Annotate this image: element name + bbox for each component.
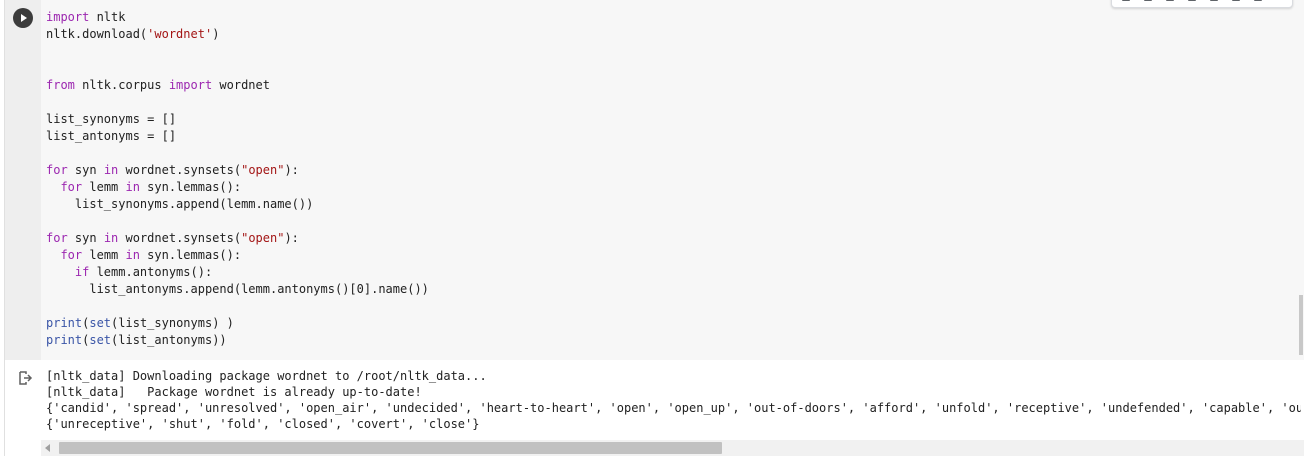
code-token: ) (212, 27, 220, 41)
code-token: nltk.download( (46, 27, 148, 41)
code-line[interactable]: for lemm in syn.lemmas(): (46, 179, 429, 196)
scroll-left-arrow-icon[interactable] (45, 444, 50, 452)
comment-icon[interactable] (1188, 0, 1196, 1)
code-token: list_synonyms = [] (46, 112, 177, 126)
code-line[interactable]: list_synonyms = [] (46, 111, 429, 128)
code-token: print (46, 333, 83, 347)
code-token: ): (284, 163, 299, 177)
move-up-icon[interactable] (1122, 0, 1130, 1)
code-token: wordnet.synsets( (118, 163, 242, 177)
code-token: "open" (241, 231, 285, 245)
move-down-icon[interactable] (1144, 0, 1152, 1)
code-token: in (125, 180, 140, 194)
code-line[interactable] (46, 43, 429, 60)
code-editor[interactable]: import nltk nltk.download('wordnet') from … (5, 0, 1304, 360)
play-icon (21, 14, 27, 22)
output-line: [nltk_data] Downloading package wordnet … (46, 369, 487, 383)
output-text: [nltk_data] Downloading package wordnet … (46, 368, 1301, 432)
code-line[interactable]: list_antonyms = [] (46, 128, 429, 145)
code-token: set (89, 333, 112, 347)
delete-icon[interactable] (1232, 0, 1240, 1)
code-cell[interactable]: import nltk nltk.download('wordnet') from … (4, 0, 1304, 456)
more-icon[interactable] (1254, 0, 1262, 1)
code-line[interactable]: import nltk (46, 9, 429, 26)
output-redirect-icon[interactable] (17, 370, 33, 386)
code-token: syn.lemmas(): (139, 180, 242, 194)
code-token: for (60, 248, 83, 262)
code-line[interactable]: list_synonyms.append(lemm.name()) (46, 196, 429, 213)
code-line[interactable] (46, 145, 429, 162)
code-token: for (60, 180, 83, 194)
run-cell-button[interactable] (13, 8, 33, 28)
code-token: list_synonyms.append(lemm.name()) (46, 197, 314, 211)
cell-toolbar (1111, 0, 1293, 8)
code-token: 'wordnet' (147, 27, 213, 41)
settings-icon[interactable] (1210, 0, 1218, 1)
code-line[interactable]: from nltk.corpus import wordnet (46, 77, 429, 94)
code-text[interactable]: import nltk nltk.download('wordnet') from … (46, 9, 429, 349)
link-icon[interactable] (1166, 0, 1174, 1)
cell-gutter (5, 0, 41, 360)
code-token: in (103, 163, 119, 177)
code-token: "open" (241, 163, 285, 177)
output-line: {'candid', 'spread', 'unresolved', 'open… (46, 401, 1301, 415)
code-token: nltk.corpus (74, 78, 169, 92)
code-line[interactable]: for syn in wordnet.synsets("open"): (46, 230, 429, 247)
code-token: syn.lemmas(): (139, 248, 242, 262)
code-token: for (46, 163, 68, 177)
code-line[interactable]: nltk.download('wordnet') (46, 26, 429, 43)
code-token: (list_synonyms) ) (111, 316, 234, 330)
horizontal-scrollbar[interactable] (41, 440, 1304, 456)
code-line[interactable]: list_antonyms.append(lemm.antonyms()[0].… (46, 281, 429, 298)
code-token: syn (67, 231, 104, 245)
code-token: if (74, 265, 90, 279)
code-line[interactable] (46, 94, 429, 111)
code-token: from (46, 78, 75, 92)
code-line[interactable]: print(set(list_synonyms) ) (46, 315, 429, 332)
code-token: import (46, 10, 90, 24)
code-token: lemm (82, 248, 126, 262)
code-line[interactable]: if lemm.antonyms(): (46, 264, 429, 281)
code-token: (list_antonyms)) (111, 333, 227, 347)
code-token: print (46, 316, 83, 330)
code-token: set (89, 316, 112, 330)
code-line[interactable] (46, 298, 429, 315)
code-token: list_antonyms.append(lemm.antonyms()[0].… (46, 282, 429, 296)
code-token: in (125, 248, 140, 262)
code-line[interactable]: for lemm in syn.lemmas(): (46, 247, 429, 264)
code-token: for (46, 231, 68, 245)
code-line[interactable] (46, 60, 429, 77)
vertical-scrollbar[interactable] (1299, 295, 1303, 355)
code-token: wordnet.synsets( (118, 231, 242, 245)
code-token: lemm.antonyms(): (89, 265, 213, 279)
code-token: list_antonyms = [] (46, 129, 177, 143)
code-token: nltk (89, 10, 126, 24)
code-token: in (103, 231, 119, 245)
code-token: import (168, 78, 213, 92)
code-line[interactable]: for syn in wordnet.synsets("open"): (46, 162, 429, 179)
code-token: syn (67, 163, 104, 177)
code-token: wordnet (212, 78, 270, 92)
output-line: {'unreceptive', 'shut', 'fold', 'closed'… (46, 417, 480, 431)
code-token: ): (284, 231, 299, 245)
code-line[interactable] (46, 213, 429, 230)
output-line: [nltk_data] Package wordnet is already u… (46, 385, 422, 399)
code-line[interactable]: print(set(list_antonyms)) (46, 332, 429, 349)
scrollbar-thumb[interactable] (59, 442, 722, 454)
code-token: lemm (82, 180, 126, 194)
